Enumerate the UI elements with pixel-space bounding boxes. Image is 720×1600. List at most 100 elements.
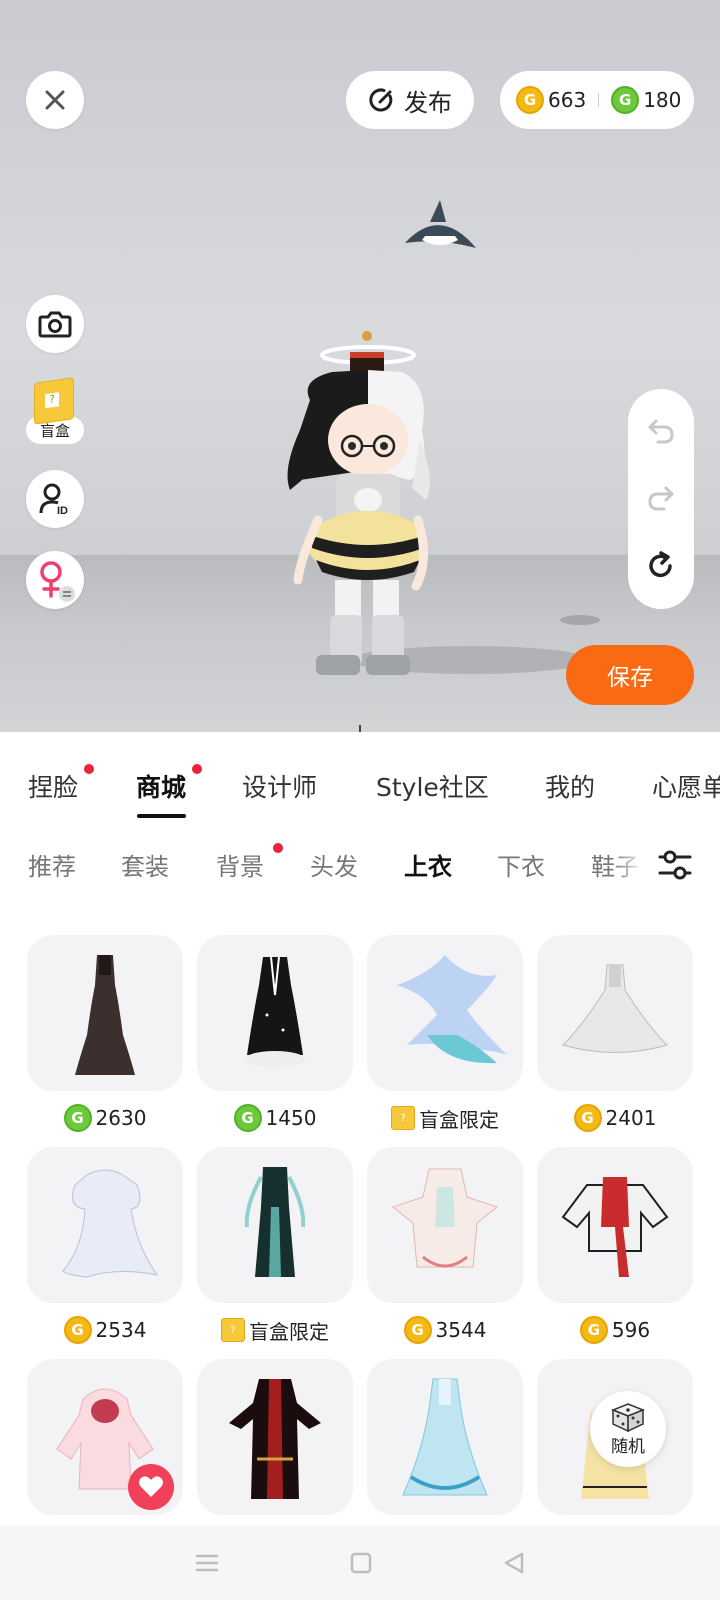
wishlist-heart-button[interactable] — [128, 1464, 174, 1510]
redo-icon[interactable] — [646, 484, 676, 512]
gold-balance: 663 — [548, 88, 587, 112]
blindbox-icon: ? — [34, 377, 74, 425]
tab-designer[interactable]: 设计师 — [242, 768, 317, 804]
home-icon[interactable] — [349, 1551, 373, 1575]
gender-switch-button[interactable] — [26, 551, 84, 609]
save-button[interactable]: 保存 — [566, 645, 694, 705]
female-switch-icon — [40, 561, 75, 602]
currency-divider — [598, 93, 600, 107]
item-price: 2630 — [95, 1106, 147, 1130]
green-balance: 180 — [643, 88, 682, 112]
random-label: 随机 — [611, 1436, 645, 1457]
item-price-row: ? 盲盒限定 — [197, 1315, 353, 1345]
item-thumbnail — [197, 1147, 353, 1303]
svg-text:ID: ID — [57, 505, 68, 516]
back-icon[interactable] — [502, 1551, 526, 1575]
category-hair[interactable]: 头发 — [310, 847, 358, 882]
white-gown-image — [562, 964, 668, 1053]
item-thumbnail — [367, 935, 523, 1091]
publish-icon — [369, 88, 393, 112]
category-background-badge — [273, 843, 283, 853]
tab-face[interactable]: 捏脸 — [28, 768, 78, 804]
red-black-robe-image — [229, 1379, 321, 1499]
avatar-id-button[interactable]: ID — [26, 470, 84, 528]
system-nav-bar — [0, 1525, 720, 1600]
item-card[interactable] — [197, 1359, 353, 1515]
dark-gown-image — [75, 955, 135, 1075]
teal-robe-image — [244, 1167, 306, 1277]
currency-balance[interactable]: G 663 G 180 — [500, 71, 694, 129]
ghost-dress-image — [62, 1169, 159, 1278]
filter-button[interactable] — [656, 847, 694, 883]
item-thumbnail — [367, 1147, 523, 1303]
category-outfits[interactable]: 套装 — [121, 847, 169, 882]
menu-icon[interactable] — [194, 1552, 220, 1574]
category-background[interactable]: 背景 — [216, 847, 264, 882]
item-card[interactable]: G 2401 — [537, 935, 693, 1133]
item-card[interactable]: G 1450 — [197, 935, 353, 1133]
item-card[interactable]: ? 盲盒限定 — [197, 1147, 353, 1345]
item-card[interactable]: G 2630 — [27, 935, 183, 1133]
item-price: 1450 — [265, 1106, 317, 1130]
item-price-row: G 2401 — [537, 1103, 693, 1133]
item-thumbnail — [537, 935, 693, 1091]
item-thumbnail — [367, 1359, 523, 1515]
item-price: 3544 — [435, 1318, 487, 1342]
heart-icon — [139, 1476, 163, 1497]
category-fade — [614, 847, 644, 887]
camera-button[interactable] — [26, 295, 84, 353]
blue-fairy-gown-image — [397, 955, 507, 1064]
active-tab-indicator — [137, 814, 186, 818]
filter-icon — [658, 850, 692, 880]
blindbox-button[interactable]: 盲盒 ? — [26, 377, 86, 446]
shark-accessory — [405, 200, 476, 248]
item-card[interactable] — [367, 1359, 523, 1515]
green-coin-icon: G — [233, 1104, 262, 1132]
tab-face-badge — [84, 764, 94, 774]
camera-icon — [38, 311, 72, 338]
history-controls — [628, 389, 694, 609]
close-button[interactable] — [26, 71, 84, 129]
item-price: 2401 — [605, 1106, 657, 1130]
item-card[interactable]: ? 盲盒限定 — [367, 935, 523, 1133]
item-thumbnail — [27, 1147, 183, 1303]
category-bottoms[interactable]: 下衣 — [497, 847, 545, 882]
avatar-scene[interactable]: 发布 G 663 G 180 盲盒 ? ID 保存 — [0, 0, 720, 732]
pink-hanfu-image — [391, 1168, 499, 1268]
item-card[interactable]: G 2534 — [27, 1147, 183, 1345]
item-thumbnail — [197, 935, 353, 1091]
green-coin-icon: G — [63, 1104, 92, 1132]
undo-icon[interactable] — [646, 417, 676, 445]
blindbox-icon: ? — [221, 1318, 245, 1342]
publish-label: 发布 — [404, 88, 452, 117]
tab-wishlist[interactable]: 心愿单 — [652, 768, 720, 804]
jacket-scarf-image — [561, 1177, 669, 1277]
item-thumbnail — [197, 1359, 353, 1515]
gold-coin-icon: G — [403, 1316, 432, 1344]
item-card[interactable]: G 596 — [537, 1147, 693, 1345]
blindbox-icon: ? — [391, 1106, 415, 1130]
item-card[interactable]: G 3544 — [367, 1147, 523, 1345]
reset-icon[interactable] — [646, 551, 676, 581]
item-price-row: G 596 — [537, 1315, 693, 1345]
dice-icon — [611, 1402, 645, 1432]
close-icon — [45, 90, 65, 110]
category-tab-bar: 推荐 套装 背景 头发 上衣 下衣 鞋子 — [0, 843, 720, 887]
gold-coin-icon: G — [573, 1104, 602, 1132]
tab-style-community[interactable]: Style社区 — [376, 768, 489, 804]
item-price-row: G 2630 — [27, 1103, 183, 1133]
category-tops[interactable]: 上衣 — [404, 847, 452, 882]
item-price-row: G 2534 — [27, 1315, 183, 1345]
main-tab-bar: 捏脸 商城 设计师 Style社区 我的 心愿单 — [0, 732, 720, 822]
category-recommended[interactable]: 推荐 — [28, 847, 76, 882]
publish-button[interactable]: 发布 — [346, 71, 474, 129]
gold-coin-icon: G — [516, 86, 544, 114]
user-id-icon: ID — [39, 483, 68, 516]
item-price: 盲盒限定 — [419, 1107, 499, 1132]
random-button[interactable]: 随机 — [590, 1391, 666, 1467]
item-price-row: G 1450 — [197, 1103, 353, 1133]
item-thumbnail — [27, 935, 183, 1091]
tab-shop[interactable]: 商城 — [136, 768, 186, 804]
tab-mine[interactable]: 我的 — [545, 768, 595, 804]
gold-coin-icon: G — [63, 1316, 92, 1344]
